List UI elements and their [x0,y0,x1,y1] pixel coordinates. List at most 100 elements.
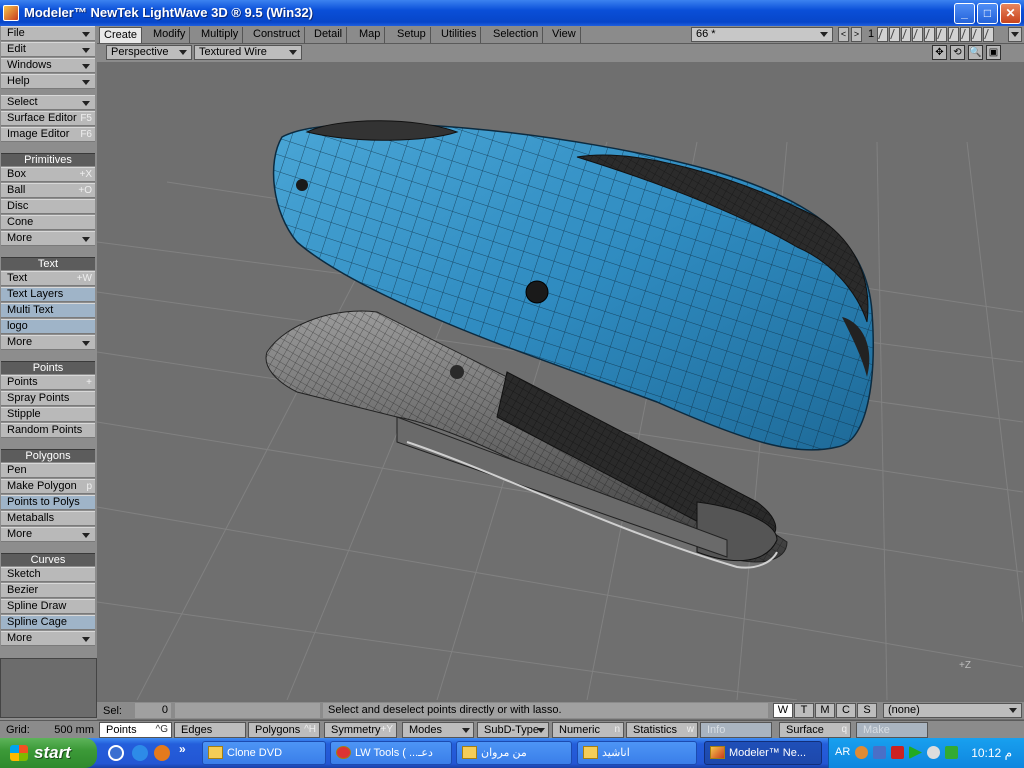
tray-app-icon[interactable] [891,746,904,759]
layer-slot[interactable] [983,27,994,42]
layer-dropdown-button[interactable] [1008,27,1022,42]
tab-construct[interactable]: Construct [249,27,306,43]
text-layers-tool[interactable]: Text Layers [1,287,95,302]
taskbar-lw-tools[interactable]: LW Tools ( ...دعـ [330,741,452,765]
quicklaunch-overflow-icon[interactable]: » [179,742,186,756]
tray-back-icon[interactable] [855,746,868,759]
polygons-more[interactable]: More [1,527,95,542]
random-points-tool[interactable]: Random Points [1,423,95,438]
rotate-view-icon[interactable]: ⟲ [950,45,965,60]
edges-mode-button[interactable]: Edges [174,722,246,738]
start-button[interactable]: start [0,738,97,768]
make-button[interactable]: Make [856,722,928,738]
ball-tool[interactable]: Ball +O [1,183,95,198]
logo-tool[interactable]: logo [1,319,95,334]
spline-cage-tool[interactable]: Spline Cage [1,615,95,630]
help-menu[interactable]: Help [1,74,95,89]
select-menu[interactable]: Select [1,95,95,110]
multi-text-tool[interactable]: Multi Text [1,303,95,318]
taskbar-clone-dvd[interactable]: Clone DVD [202,741,326,765]
maximize-view-icon[interactable]: ▣ [986,45,1001,60]
zoom-view-icon[interactable]: 🔍 [968,45,983,60]
layer-slot[interactable] [924,27,935,42]
metaballs-tool[interactable]: Metaballs [1,511,95,526]
pen-tool[interactable]: Pen [1,463,95,478]
render-mode-select[interactable]: Textured Wire [194,45,302,60]
bezier-tool[interactable]: Bezier [1,583,95,598]
taskbar-modeler[interactable]: Modeler™ Ne... [704,741,822,765]
selection-set-button[interactable]: S [857,703,877,718]
points-tool[interactable]: Points + [1,375,95,390]
language-indicator[interactable]: AR [835,746,850,758]
tab-modify[interactable]: Modify [149,27,191,43]
disc-tool[interactable]: Disc [1,199,95,214]
close-button[interactable]: ✕ [1000,3,1021,24]
layer-select[interactable]: 66 * [691,27,833,42]
symmetry-button[interactable]: Symmetry +Y [324,722,397,738]
edit-menu[interactable]: Edit [1,42,95,57]
info-button[interactable]: Info [700,722,772,738]
internet-explorer-icon[interactable] [132,745,148,761]
surface-button[interactable]: Surface q [779,722,851,738]
color-map-button[interactable]: C [836,703,856,718]
taskbar-folder-anasheed[interactable]: اناشيد [577,741,697,765]
text-more[interactable]: More [1,335,95,350]
file-menu[interactable]: File [1,26,95,41]
layer-slot[interactable] [959,27,971,42]
layer-slot[interactable] [935,27,947,42]
prev-layer-button[interactable]: < [838,27,849,42]
layer-slot[interactable] [900,27,912,42]
view-type-select[interactable]: Perspective [106,45,192,60]
tab-selection[interactable]: Selection [489,27,544,43]
make-polygon-tool[interactable]: Make Polygon p [1,479,95,494]
layer-slot[interactable] [912,27,924,42]
curves-more[interactable]: More [1,631,95,646]
morph-map-button[interactable]: M [815,703,835,718]
image-editor-button[interactable]: Image Editor F6 [1,127,95,142]
surface-editor-button[interactable]: Surface Editor F5 [1,111,95,126]
tab-setup[interactable]: Setup [393,27,431,43]
box-tool[interactable]: Box +X [1,167,95,182]
primitives-more[interactable]: More [1,231,95,246]
modes-menu[interactable]: Modes [402,722,474,738]
tab-multiply[interactable]: Multiply [197,27,244,43]
tray-play-icon[interactable] [909,746,922,759]
tab-view[interactable]: View [548,27,581,43]
subd-type-menu[interactable]: SubD-Type [477,722,549,738]
points-mode-button[interactable]: Points ^G [99,722,172,738]
spray-points-tool[interactable]: Spray Points [1,391,95,406]
next-layer-button[interactable]: > [851,27,862,42]
tab-detail[interactable]: Detail [310,27,348,43]
windows-menu[interactable]: Windows [1,58,95,73]
maximize-button[interactable]: □ [977,3,998,24]
layer-slot[interactable] [947,27,959,42]
taskbar-folder-marwan[interactable]: من مروان [456,741,572,765]
tray-messenger-icon[interactable] [927,746,940,759]
cone-tool[interactable]: Cone [1,215,95,230]
tab-utilities[interactable]: Utilities [437,27,482,43]
weight-map-button[interactable]: W [773,703,793,718]
statistics-button[interactable]: Statistics w [626,722,698,738]
layer-slot[interactable] [877,27,888,42]
texture-map-button[interactable]: T [794,703,814,718]
move-view-icon[interactable]: ✥ [932,45,947,60]
points-to-polys-tool[interactable]: Points to Polys [1,495,95,510]
layer-slot[interactable] [971,27,983,42]
clock[interactable]: 10:12 م [971,746,1012,760]
layer-slot[interactable] [888,27,900,42]
vertex-map-select[interactable]: (none) [883,703,1022,718]
firefox-icon[interactable] [154,745,170,761]
perspective-viewport[interactable]: +Z [97,62,1023,700]
stipple-tool[interactable]: Stipple [1,407,95,422]
tab-map[interactable]: Map [355,27,386,43]
numeric-button[interactable]: Numeric n [552,722,624,738]
tab-create[interactable]: Create [99,27,143,43]
tray-transfer-icon[interactable] [945,746,958,759]
polygons-mode-button[interactable]: Polygons ^H [248,722,320,738]
text-tool[interactable]: Text +W [1,271,95,286]
lightwave-app-icon[interactable] [3,5,19,21]
tray-network-icon[interactable] [873,746,886,759]
spline-draw-tool[interactable]: Spline Draw [1,599,95,614]
sketch-tool[interactable]: Sketch [1,567,95,582]
minimize-button[interactable]: _ [954,3,975,24]
